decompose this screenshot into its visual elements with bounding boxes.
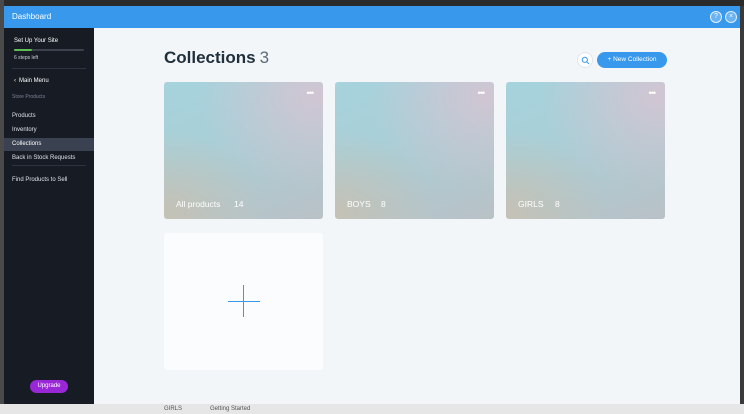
plus-icon bbox=[228, 301, 260, 302]
sidebar-item-back-in-stock[interactable]: Back in Stock Requests bbox=[4, 152, 94, 165]
more-options-icon[interactable]: ••• bbox=[478, 89, 486, 98]
collection-product-count: 8 bbox=[381, 199, 386, 209]
main-menu-label: Main Menu bbox=[19, 78, 49, 84]
sidebar-item-find-products[interactable]: Find Products to Sell bbox=[4, 174, 94, 187]
page-title-text: Collections bbox=[164, 48, 256, 67]
dashboard-modal: Dashboard ? × Set Up Your Site 6 steps l… bbox=[4, 6, 740, 404]
collection-name: BOYS bbox=[347, 199, 371, 209]
close-button[interactable]: × bbox=[725, 11, 737, 23]
sidebar-item-products[interactable]: Products bbox=[4, 110, 94, 123]
more-options-icon[interactable]: ••• bbox=[307, 89, 315, 98]
help-button[interactable]: ? bbox=[710, 11, 722, 23]
chevron-left-icon: ‹ bbox=[14, 78, 16, 84]
bottom-tab-getting-started[interactable]: Getting Started bbox=[210, 404, 250, 414]
add-collection-card[interactable] bbox=[164, 233, 323, 370]
collection-count: 3 bbox=[259, 48, 270, 67]
setup-progress-bar bbox=[14, 49, 84, 51]
plus-icon bbox=[243, 285, 244, 317]
bottom-tab-girls[interactable]: GIRLS bbox=[164, 404, 182, 414]
sidebar: Set Up Your Site 6 steps left ‹ Main Menu… bbox=[4, 28, 94, 404]
upgrade-button[interactable]: Upgrade bbox=[30, 380, 68, 393]
new-collection-button[interactable]: + New Collection bbox=[597, 52, 667, 68]
search-button[interactable] bbox=[577, 52, 593, 68]
more-options-icon[interactable]: ••• bbox=[649, 89, 657, 98]
collection-product-count: 14 bbox=[234, 199, 244, 209]
collection-name: GIRLS bbox=[518, 199, 544, 209]
page-title: Collections 3 bbox=[164, 48, 269, 68]
main-menu-link[interactable]: ‹ Main Menu bbox=[14, 78, 49, 84]
sidebar-item-collections[interactable]: Collections bbox=[4, 138, 94, 151]
search-icon bbox=[581, 56, 590, 65]
collection-product-count: 8 bbox=[555, 199, 560, 209]
sidebar-item-inventory[interactable]: Inventory bbox=[4, 124, 94, 137]
editor-bottom-bar: GIRLS Getting Started bbox=[0, 404, 744, 414]
collection-card-boys[interactable]: ••• BOYS 8 bbox=[335, 82, 494, 219]
sidebar-divider bbox=[12, 68, 86, 69]
sidebar-divider bbox=[12, 165, 86, 166]
dashboard-header: Dashboard ? × bbox=[4, 6, 740, 28]
collection-name: All products bbox=[176, 199, 221, 209]
section-label-store-products: Store Products bbox=[12, 94, 46, 100]
steps-left-label: 6 steps left bbox=[14, 55, 39, 61]
collection-card-girls[interactable]: ••• GIRLS 8 bbox=[506, 82, 665, 219]
setup-progress-fill bbox=[14, 49, 32, 51]
collection-card-all-products[interactable]: ••• All products 14 bbox=[164, 82, 323, 219]
setup-site-title[interactable]: Set Up Your Site bbox=[14, 38, 58, 44]
header-title: Dashboard bbox=[12, 12, 52, 21]
